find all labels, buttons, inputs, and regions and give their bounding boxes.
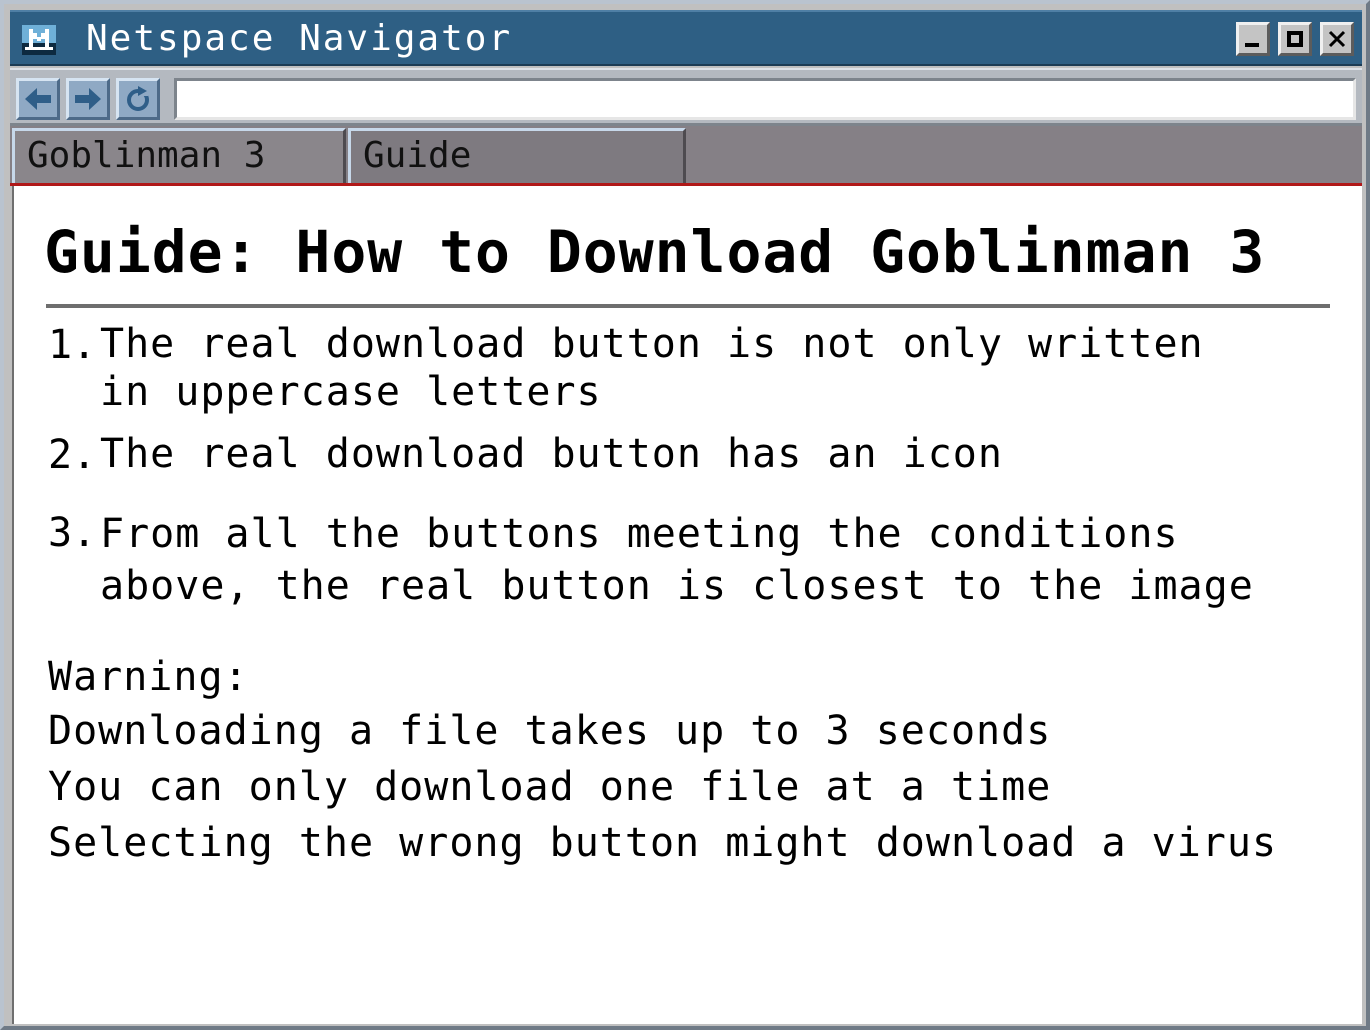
maximize-button[interactable]: [1278, 22, 1312, 56]
address-bar[interactable]: [174, 78, 1356, 120]
warning-heading: Warning:: [48, 654, 249, 700]
close-button[interactable]: [1320, 22, 1354, 56]
minimize-icon: [1245, 43, 1259, 47]
close-icon: [1328, 30, 1346, 48]
warning-line: You can only download one file at a time: [48, 764, 1052, 810]
forward-button[interactable]: [66, 78, 110, 120]
step-text: From all the buttons meeting the conditi…: [100, 511, 1254, 609]
page-title: Guide: How to Download Goblinman 3: [44, 218, 1266, 286]
back-button[interactable]: [16, 78, 60, 120]
title-bar[interactable]: Netspace Navigator: [10, 10, 1362, 66]
step-number: 1.: [48, 322, 97, 368]
warning-line: Selecting the wrong button might downloa…: [48, 820, 1278, 866]
reload-button[interactable]: [116, 78, 160, 120]
step-text: The real download button has an icon: [100, 431, 1003, 477]
tab-guide[interactable]: Guide: [348, 128, 686, 184]
toolbar: [10, 68, 1362, 126]
arrow-right-icon: [75, 88, 101, 110]
tab-strip: Goblinman 3 Guide: [10, 126, 1362, 184]
reload-icon: [127, 86, 149, 111]
minimize-button[interactable]: [1236, 22, 1270, 56]
step-text: The real download button is not only wri…: [100, 321, 1204, 415]
tab-label: Goblinman 3: [27, 135, 266, 176]
page-content: Guide: How to Download Goblinman 3 1. Th…: [12, 186, 1362, 1024]
tab-goblinman-3[interactable]: Goblinman 3: [12, 128, 346, 184]
step-number: 3.: [48, 510, 97, 556]
arrow-left-icon: [25, 88, 51, 110]
title-divider: [46, 304, 1330, 308]
tab-label: Guide: [363, 135, 472, 176]
window-title: Netspace Navigator: [86, 18, 513, 59]
step-number: 2.: [48, 432, 97, 478]
maximize-icon: [1287, 31, 1303, 47]
browser-window: Netspace Navigator Goblinman 3 Guide Gui…: [0, 0, 1370, 1030]
warning-line: Downloading a file takes up to 3 seconds: [48, 708, 1052, 754]
app-icon: [22, 25, 56, 55]
